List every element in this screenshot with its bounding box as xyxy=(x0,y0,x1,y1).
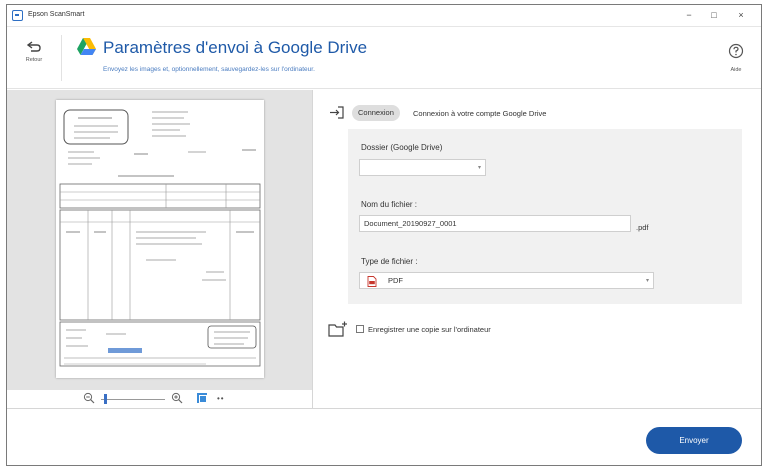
save-copy-label[interactable]: Enregistrer une copie sur l'ordinateur xyxy=(368,325,491,334)
zoom-out-icon[interactable] xyxy=(83,392,95,404)
file-extension: .pdf xyxy=(636,223,649,232)
header-divider xyxy=(61,35,62,81)
login-icon xyxy=(330,106,344,119)
pdf-file-icon xyxy=(367,276,377,287)
folder-dropdown[interactable]: ▾ xyxy=(359,159,486,176)
help-label: Aide xyxy=(730,67,742,73)
login-description: Connexion à votre compte Google Drive xyxy=(413,109,547,118)
minimize-button[interactable]: − xyxy=(680,8,698,23)
maximize-button[interactable]: □ xyxy=(705,8,723,23)
back-arrow-icon xyxy=(26,41,41,52)
close-button[interactable]: × xyxy=(732,8,750,23)
zoom-in-icon[interactable] xyxy=(171,392,183,404)
chevron-down-icon: ▾ xyxy=(477,165,481,171)
help-icon xyxy=(728,43,744,59)
folder-label: Dossier (Google Drive) xyxy=(361,143,443,152)
zoom-slider-handle[interactable] xyxy=(104,394,107,404)
google-drive-icon xyxy=(77,38,96,55)
scansmart-app-icon xyxy=(12,10,23,21)
filename-label: Nom du fichier : xyxy=(361,200,418,209)
back-button[interactable]: Retour xyxy=(17,41,51,77)
filename-input[interactable] xyxy=(359,215,631,232)
filetype-value: PDF xyxy=(388,276,403,285)
document-sketch xyxy=(59,109,261,367)
fit-page-icon[interactable] xyxy=(197,393,207,403)
page-subtitle: Envoyez les images et, optionnellement, … xyxy=(103,66,315,73)
app-window: Epson ScanSmart − □ × Retour Paramètres … xyxy=(6,4,762,466)
pane-divider xyxy=(312,90,313,408)
chevron-down-icon: ▾ xyxy=(645,278,649,284)
scanned-document-thumbnail[interactable] xyxy=(56,100,264,378)
save-to-folder-icon xyxy=(328,321,347,337)
more-options-icon[interactable]: •• xyxy=(217,394,225,403)
save-copy-checkbox[interactable] xyxy=(356,325,364,333)
zoom-slider-track[interactable] xyxy=(101,399,165,400)
scan-preview-pane xyxy=(7,90,312,408)
filetype-dropdown[interactable]: PDF ▾ xyxy=(359,272,654,289)
send-button[interactable]: Envoyer xyxy=(646,427,742,454)
filetype-label: Type de fichier : xyxy=(361,257,418,266)
window-title: Epson ScanSmart xyxy=(28,11,85,18)
upload-settings-panel: Dossier (Google Drive) ▾ Nom du fichier … xyxy=(348,129,742,304)
help-button[interactable]: Aide xyxy=(725,43,747,73)
back-label: Retour xyxy=(25,57,43,63)
login-button[interactable]: Connexion xyxy=(352,105,400,121)
title-bar: Epson ScanSmart − □ × xyxy=(7,5,761,27)
page-title: Paramètres d'envoi à Google Drive xyxy=(103,38,368,57)
page-header: Retour Paramètres d'envoi à Google Drive… xyxy=(7,27,761,89)
